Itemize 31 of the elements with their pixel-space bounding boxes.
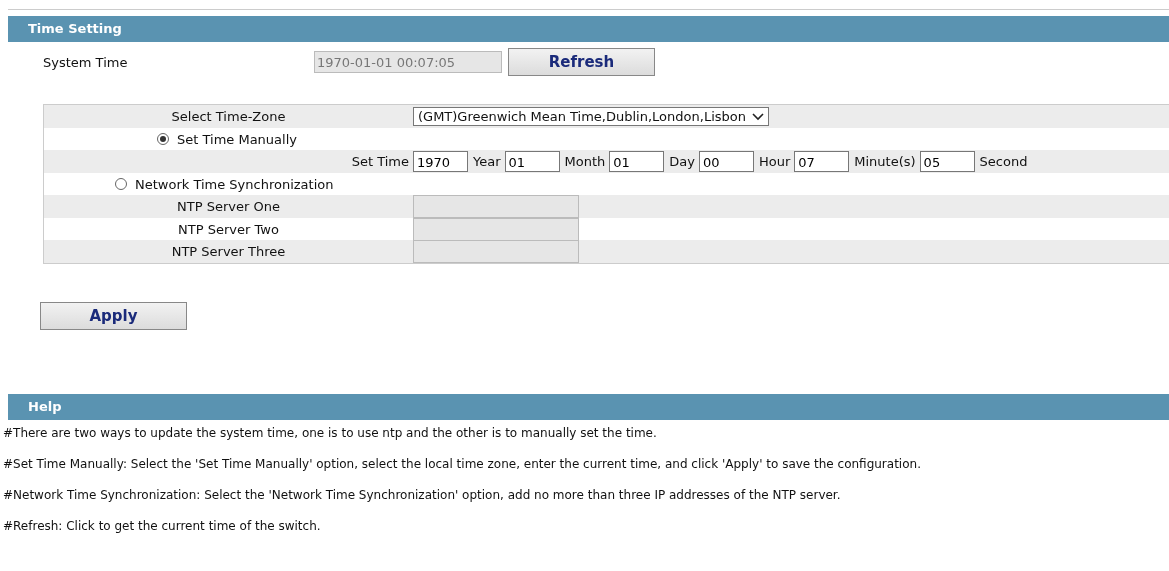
section-header: Time Setting [8,16,1169,42]
unit-label: Year [473,154,501,169]
timezone-dropdown[interactable]: (GMT)Greenwich Mean Time,Dublin,London,Lisbon [413,107,769,126]
time-field[interactable]: 01 [504,151,560,172]
time-field[interactable]: 01 [609,151,665,172]
time-field[interactable]: 05 [919,151,975,172]
help-text: #Set Time Manually: Select the 'Set Time Manually' option, select the local time zone, enter the current time, and click 'Apply' to save the configuration. [3,456,922,473]
unit-label: Month [564,154,606,169]
unit-label: Day [669,154,695,169]
radio-label: Network Time Synchronization [135,176,334,192]
field-label: Set Time [350,154,410,169]
unit-label: Second [979,154,1028,169]
field-label: Select Time-Zone [170,109,287,124]
help-text: #Network Time Synchronization: Select the 'Network Time Synchronization' option, add no more than three IP addresses of the NTP server. [3,487,842,504]
radio-button[interactable] [157,133,169,145]
field-label: NTP Server Two [177,221,280,237]
section-header: Help [8,394,1169,420]
apply-button[interactable]: Apply [40,302,187,330]
time-field[interactable]: 07 [794,151,850,172]
field-label: System Time [43,54,129,70]
field-label: NTP Server Three [170,244,287,259]
time-field[interactable]: 00 [698,151,754,172]
unit-label: Hour [758,154,791,169]
time-field[interactable]: 1970 [413,151,468,172]
radio-label: Set Time Manually [177,131,297,147]
field-label: NTP Server One [176,199,281,214]
help-text: #Refresh: Click to get the current time of the switch. [3,518,322,535]
help-text: #There are two ways to update the system time, one is to use ntp and the other is to manually set the time. [3,425,658,442]
caret-icon [751,112,764,121]
unit-label: Minute(s) [854,154,916,169]
radio-button[interactable] [115,178,127,190]
